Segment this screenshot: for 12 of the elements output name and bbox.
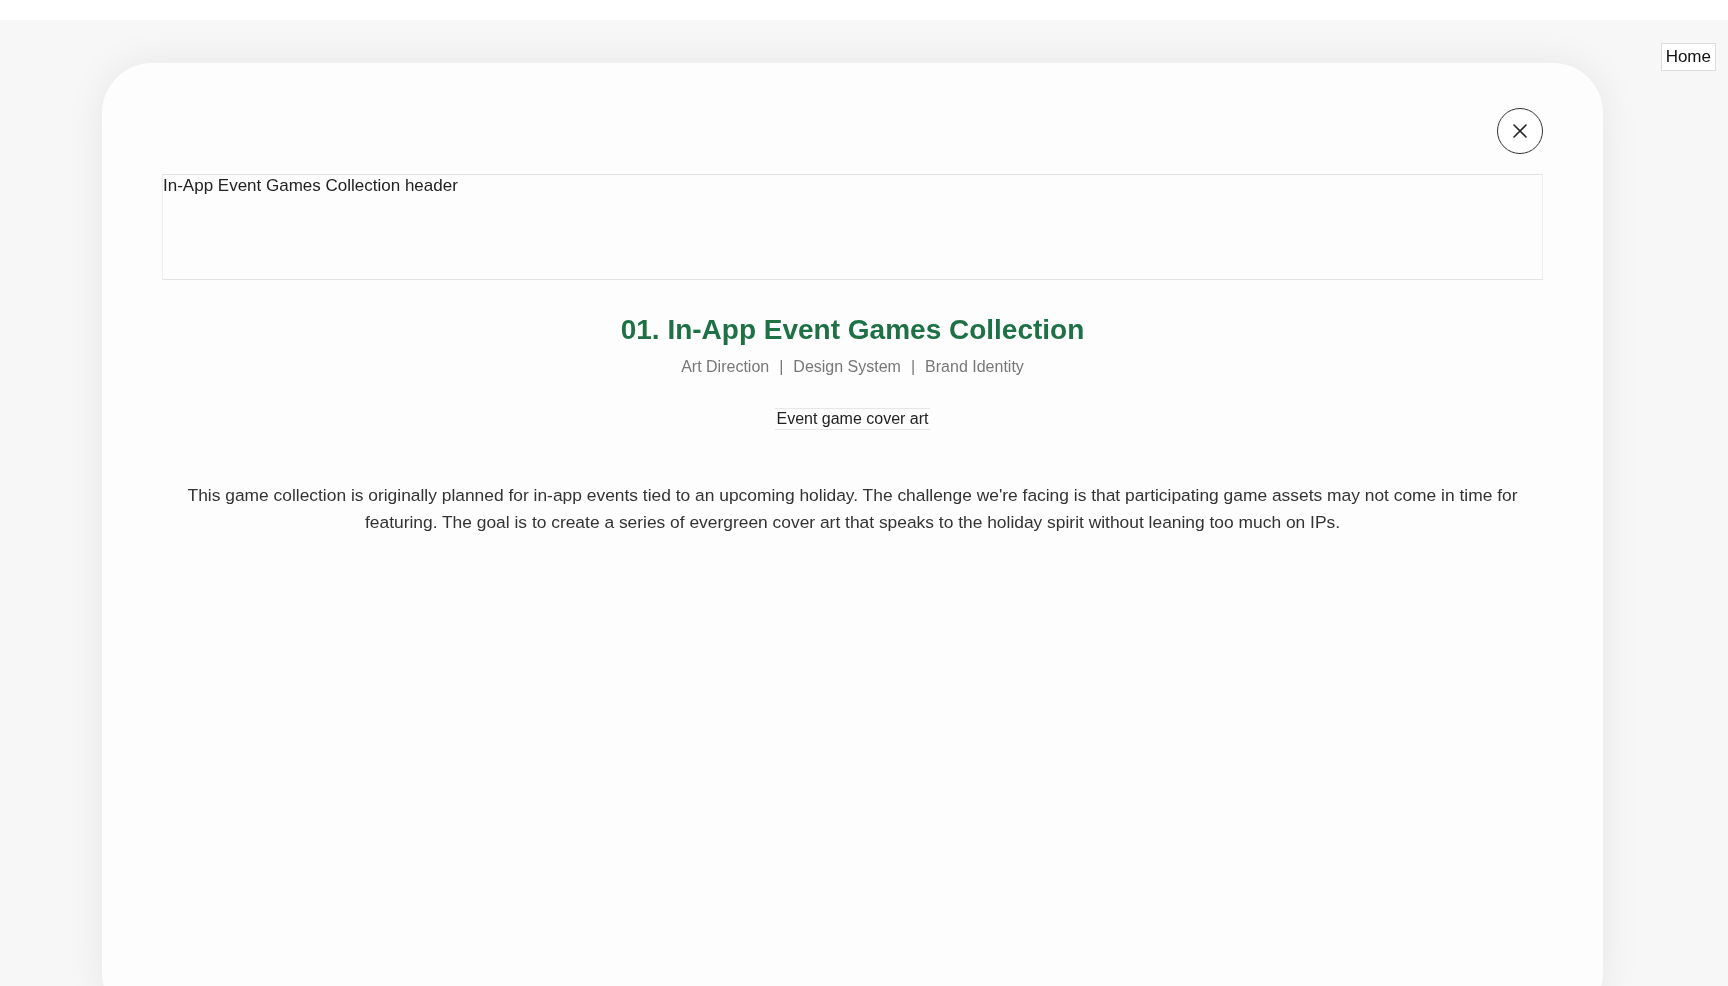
close-button[interactable] xyxy=(1497,108,1543,154)
home-button[interactable]: Home xyxy=(1660,43,1716,71)
tag-label: Art Direction xyxy=(681,358,770,376)
separator: | xyxy=(779,358,784,376)
project-description: This game collection is originally planned for in-app events tied to an upcoming holiday. The challenge we're facing is that participating game assets may not come in time for featuring. The goal is to create a series of evergreen cover art that speaks to the holiday spirit without leaning too much on IPs. xyxy=(186,484,1519,534)
project-title: 01. In-App Event Games Collection xyxy=(619,314,1086,346)
cover-image-alt-text: Event game cover art xyxy=(775,408,930,430)
close-icon xyxy=(1512,123,1528,139)
header-image-alt-text: In-App Event Games Collection header xyxy=(162,174,1543,280)
tag-label: Design System xyxy=(793,358,901,376)
separator: | xyxy=(910,358,916,376)
tag-label: Brand Identity xyxy=(925,358,1024,376)
